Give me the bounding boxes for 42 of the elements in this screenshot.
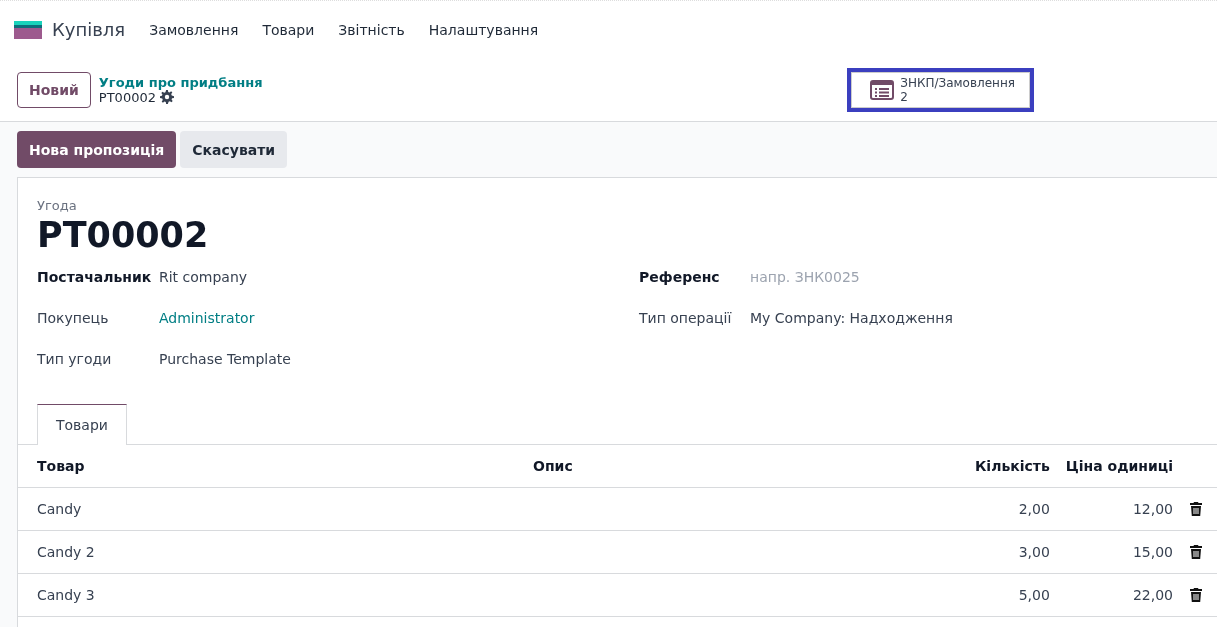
menu-item[interactable]: Налаштування <box>428 21 539 38</box>
trash-icon[interactable] <box>1189 502 1203 516</box>
record-caption: Угода <box>36 198 78 213</box>
field-label: Тип операції <box>639 310 733 326</box>
breadcrumb-link[interactable]: Угоди про придбання <box>98 74 263 90</box>
table-cell: 22,00 <box>1057 573 1181 617</box>
table-cell: Candy 2 <box>18 530 525 574</box>
table-cell: 5,00 <box>921 573 1058 617</box>
table-cell: Candy <box>18 487 525 531</box>
table-cell: 15,00 <box>1057 530 1181 574</box>
field-label: Референс <box>639 269 721 285</box>
column-header[interactable]: Ціна одиниці <box>1057 445 1181 488</box>
column-header[interactable]: Кількість <box>921 445 1058 488</box>
field-value: Purchase Template <box>159 351 291 367</box>
reference-field[interactable]: напр. ЗНК0025 <box>750 269 1050 285</box>
table-cell: Candy 3 <box>18 573 525 617</box>
gear-icon[interactable] <box>159 90 174 104</box>
app-name[interactable]: Купівля <box>52 19 126 40</box>
action-button[interactable]: Скасувати <box>180 131 288 168</box>
trash-icon[interactable] <box>1189 588 1203 602</box>
field-value: My Company: Надходження <box>750 310 953 326</box>
table-cell: 12,00 <box>1057 487 1181 531</box>
column-header[interactable]: Товар <box>18 445 525 488</box>
field-label: Покупець <box>37 310 110 326</box>
column-header[interactable]: Опис <box>525 445 922 488</box>
menu-item[interactable]: Товари <box>262 21 315 38</box>
field-link[interactable]: Administrator <box>159 310 255 326</box>
menu-item[interactable]: Замовлення <box>149 21 239 38</box>
action-button[interactable]: Нова пропозиція <box>17 131 177 168</box>
new-button[interactable]: Новий <box>17 71 91 108</box>
tab[interactable]: Товари <box>37 404 127 445</box>
field-label: Постачальник <box>37 269 153 285</box>
app-logo-icon[interactable] <box>14 20 42 39</box>
field-label: Тип угоди <box>37 351 113 367</box>
menu-item[interactable]: Звітність <box>338 21 405 38</box>
table-cell: 2,00 <box>921 487 1058 531</box>
record-title: PT00002 <box>36 215 210 255</box>
list-icon <box>870 79 895 100</box>
trash-icon[interactable] <box>1189 545 1203 559</box>
field-value: Rit company <box>159 269 248 285</box>
table-cell: 3,00 <box>921 530 1058 574</box>
record-name: PT00002 <box>98 89 156 105</box>
